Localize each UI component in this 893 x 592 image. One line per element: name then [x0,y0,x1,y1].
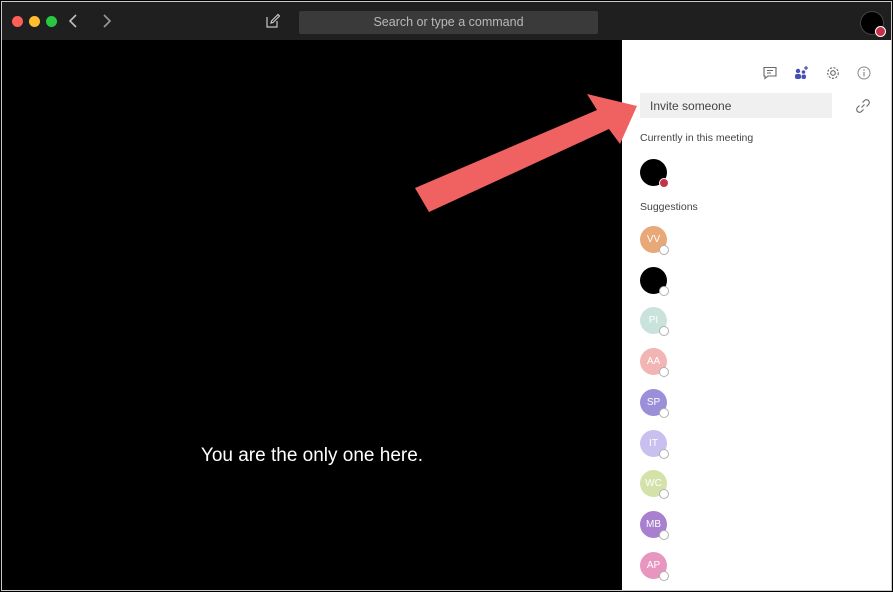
suggestion-initials: IT [649,437,658,449]
offline-status-dot [659,285,669,296]
device-settings-button[interactable] [825,65,841,81]
offline-status-dot [659,570,669,581]
invite-someone-input[interactable] [640,93,832,118]
participants-panel: Currently in this meeting Suggestions VV… [622,40,891,590]
title-bar: Search or type a command [2,2,891,40]
meeting-stage: You are the only one here. [2,40,622,590]
offline-status-dot [659,245,669,255]
suggestion-avatar[interactable]: WC [640,470,669,500]
teams-meeting-window: Search or type a command You are the onl… [1,1,892,591]
suggestion-initials: MB [646,518,661,530]
offline-status-dot [659,489,669,500]
suggestion-avatar[interactable]: AA [640,348,669,378]
show-conversation-button[interactable] [762,65,778,81]
suggestion-avatar[interactable]: AP [640,551,669,581]
link-icon [856,99,870,113]
suggestion-initials: AA [646,356,661,368]
chevron-right-icon [103,14,112,28]
suggestion-avatar[interactable]: VV [640,226,669,255]
suggestion-initials: PI [648,315,659,327]
meeting-info-button[interactable] [856,65,872,81]
offline-status-dot [659,326,669,337]
info-icon [857,66,871,80]
current-participant-avatar[interactable] [640,159,669,188]
back-button[interactable] [65,12,83,30]
compose-icon [266,13,281,28]
offline-status-dot [659,448,669,459]
search-placeholder: Search or type a command [373,15,524,29]
chevron-left-icon [68,14,77,28]
new-chat-button[interactable] [265,13,281,29]
busy-status-dot [659,178,669,188]
profile-avatar[interactable] [860,11,886,37]
busy-status-dot [875,26,886,37]
show-participants-button[interactable] [793,65,809,81]
people-add-icon [795,66,808,79]
close-window-button[interactable] [12,16,23,27]
suggestion-avatar[interactable]: IT [640,429,669,459]
offline-status-dot [659,367,669,378]
chat-icon [763,66,777,80]
suggestion-initials: AP [646,559,661,571]
suggestion-avatar[interactable]: MB [640,510,669,540]
forward-button[interactable] [97,12,115,30]
copy-join-link-button[interactable] [855,98,871,114]
suggestion-initials: SP [646,396,661,408]
offline-status-dot [659,529,669,540]
offline-status-dot [659,407,669,418]
suggestion-avatar[interactable]: PI [640,307,669,337]
current-participants-heading: Currently in this meeting [640,132,754,144]
gear-icon [827,67,839,79]
search-command-box[interactable]: Search or type a command [299,11,598,34]
suggestions-heading: Suggestions [640,201,698,213]
suggestion-avatar[interactable] [640,266,669,296]
zoom-window-button[interactable] [46,16,57,27]
suggestion-initials: VV [646,234,661,245]
empty-meeting-message: You are the only one here. [200,445,424,466]
suggestion-avatar[interactable]: SP [640,388,669,418]
suggestion-initials: WC [645,478,662,490]
minimize-window-button[interactable] [29,16,40,27]
